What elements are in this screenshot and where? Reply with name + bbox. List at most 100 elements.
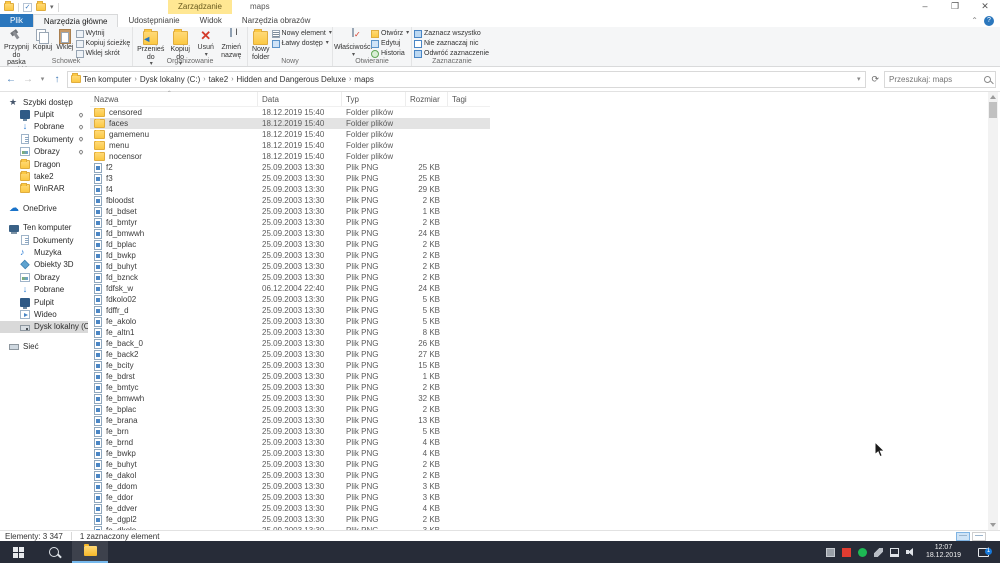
sidebar-item-winrar[interactable]: WinRAR [0, 183, 88, 195]
table-row[interactable]: f425.09.2003 13:30Plik PNG29 KB [90, 184, 490, 195]
table-row[interactable]: fd_buhyt25.09.2003 13:30Plik PNG2 KB [90, 261, 490, 272]
tab-home[interactable]: Narzędzia główne [33, 14, 119, 27]
refresh-icon[interactable]: ⟳ [869, 74, 881, 85]
large-icons-view-button[interactable] [972, 532, 986, 541]
column-header-name[interactable]: Nazwa [90, 92, 258, 106]
sidebar-item-muzyka[interactable]: ♪Muzyka [0, 246, 88, 258]
sidebar-item-wideo[interactable]: Wideo [0, 308, 88, 320]
table-row[interactable]: fe_bdrst25.09.2003 13:30Plik PNG1 KB [90, 371, 490, 382]
breadcrumb-separator-icon[interactable]: › [203, 76, 205, 83]
contextual-tab-header[interactable]: Zarządzanie [168, 0, 232, 14]
table-row[interactable]: fe_dakol25.09.2003 13:30Plik PNG2 KB [90, 470, 490, 481]
search-input[interactable] [889, 75, 981, 84]
up-icon[interactable]: ↑ [50, 74, 64, 85]
address-dropdown-icon[interactable]: ▾ [855, 75, 863, 83]
table-row[interactable]: fdfsk_w06.12.2004 22:40Plik PNG24 KB [90, 283, 490, 294]
table-row[interactable]: fe_bwkp25.09.2003 13:30Plik PNG4 KB [90, 448, 490, 459]
column-header-date[interactable]: Data [258, 92, 342, 106]
table-row[interactable]: fe_altn125.09.2003 13:30Plik PNG8 KB [90, 327, 490, 338]
taskbar-search-button[interactable] [36, 541, 72, 563]
table-row[interactable]: fe_bmwwh25.09.2003 13:30Plik PNG32 KB [90, 393, 490, 404]
table-row[interactable]: nocensor18.12.2019 15:40Folder plików [90, 151, 490, 162]
details-view-button[interactable] [956, 532, 970, 541]
back-icon[interactable]: ← [4, 74, 18, 85]
copy-button[interactable]: Kopiuj [31, 28, 54, 53]
breadcrumb-separator-icon[interactable]: › [231, 76, 233, 83]
scroll-up-icon[interactable] [990, 95, 996, 99]
sidebar-item-pobrane[interactable]: ↓Pobrane [0, 121, 88, 133]
tray-pen-icon[interactable] [874, 548, 883, 557]
sidebar-item-pulpit[interactable]: Pulpit [0, 296, 88, 308]
table-row[interactable]: fe_ddor25.09.2003 13:30Plik PNG3 KB [90, 492, 490, 503]
table-row[interactable]: fd_bmwwh25.09.2003 13:30Plik PNG24 KB [90, 228, 490, 239]
table-row[interactable]: censored18.12.2019 15:40Folder plików [90, 107, 490, 118]
network-icon[interactable] [890, 548, 899, 557]
table-row[interactable]: fe_akolo25.09.2003 13:30Plik PNG5 KB [90, 316, 490, 327]
new-folder-qat-icon[interactable] [36, 3, 46, 11]
table-row[interactable]: faces18.12.2019 15:40Folder plików [90, 118, 490, 129]
edit-button[interactable]: Edytuj [371, 39, 409, 48]
table-row[interactable]: fd_bmtyr25.09.2003 13:30Plik PNG2 KB [90, 217, 490, 228]
scroll-down-icon[interactable] [990, 523, 996, 527]
breadcrumb-separator-icon[interactable]: › [349, 76, 351, 83]
table-row[interactable]: fdffr_d25.09.2003 13:30Plik PNG5 KB [90, 305, 490, 316]
tab-file[interactable]: Plik [0, 14, 33, 27]
tray-green-app-icon[interactable] [858, 548, 867, 557]
breadcrumb-segment[interactable]: Ten komputer [83, 75, 131, 84]
address-bar[interactable]: Ten komputer›Dysk lokalny (C:)›take2›Hid… [67, 71, 866, 88]
tab-share[interactable]: Udostępnianie [118, 14, 189, 27]
table-row[interactable]: fe_buhyt25.09.2003 13:30Plik PNG2 KB [90, 459, 490, 470]
new-item-button[interactable]: Nowy element [272, 29, 332, 38]
breadcrumb-segment[interactable]: Dysk lokalny (C:) [140, 75, 200, 84]
sidebar-item-dragon[interactable]: Dragon [0, 158, 88, 170]
collapse-ribbon-icon[interactable]: ⌃ [971, 16, 978, 25]
table-row[interactable]: fe_brn25.09.2003 13:30Plik PNG5 KB [90, 426, 490, 437]
tab-picture-tools[interactable]: Narzędzia obrazów [232, 14, 320, 27]
column-header-size[interactable]: Rozmiar [406, 92, 448, 106]
action-center-button[interactable]: 1 [972, 548, 994, 557]
table-row[interactable]: f225.09.2003 13:30Plik PNG25 KB [90, 162, 490, 173]
forward-icon[interactable]: → [21, 74, 35, 85]
table-row[interactable]: fd_bznck25.09.2003 13:30Plik PNG2 KB [90, 272, 490, 283]
sidebar-item-pobrane[interactable]: ↓Pobrane [0, 283, 88, 295]
properties-button[interactable]: Właściwości [335, 28, 371, 60]
properties-qat-icon[interactable]: ✓ [23, 3, 32, 12]
recent-locations-icon[interactable]: ▾ [38, 75, 47, 83]
table-row[interactable]: fe_brana25.09.2003 13:30Plik PNG13 KB [90, 415, 490, 426]
copy-path-button[interactable]: Kopiuj ścieżkę [76, 39, 131, 48]
tab-view[interactable]: Widok [190, 14, 232, 27]
restore-button[interactable]: ❐ [940, 0, 970, 14]
cut-button[interactable]: Wytnij [76, 29, 131, 38]
taskbar-explorer-button[interactable] [72, 541, 108, 563]
table-row[interactable]: fd_bwkp25.09.2003 13:30Plik PNG2 KB [90, 250, 490, 261]
table-row[interactable]: f325.09.2003 13:30Plik PNG25 KB [90, 173, 490, 184]
tray-red-app-icon[interactable] [842, 548, 851, 557]
table-row[interactable]: fe_ddom25.09.2003 13:30Plik PNG3 KB [90, 481, 490, 492]
sidebar-item-obrazy[interactable]: Obrazy [0, 146, 88, 158]
open-button[interactable]: Otwórz [371, 29, 409, 38]
table-row[interactable]: fe_back_025.09.2003 13:30Plik PNG26 KB [90, 338, 490, 349]
delete-button[interactable]: ✕ Usuń [194, 28, 218, 60]
table-row[interactable]: fe_back225.09.2003 13:30Plik PNG27 KB [90, 349, 490, 360]
table-row[interactable]: gamemenu18.12.2019 15:40Folder plików [90, 129, 490, 140]
tray-app-icon[interactable] [826, 548, 835, 557]
breadcrumb-separator-icon[interactable]: › [134, 76, 136, 83]
table-row[interactable]: fe_bcity25.09.2003 13:30Plik PNG15 KB [90, 360, 490, 371]
sidebar-item-obrazy[interactable]: Obrazy [0, 271, 88, 283]
scrollbar-thumb[interactable] [989, 102, 997, 118]
select-none-button[interactable]: Nie zaznaczaj nic [414, 39, 489, 48]
rename-button[interactable]: Zmień nazwę [218, 28, 246, 60]
breadcrumb-segment[interactable]: maps [354, 75, 374, 84]
breadcrumb-segment[interactable]: take2 [209, 75, 229, 84]
sidebar-item-dokumenty[interactable]: Dokumenty [0, 133, 88, 145]
close-button[interactable]: ✕ [970, 0, 1000, 14]
sidebar-item-obiekty-3d[interactable]: Obiekty 3D [0, 259, 88, 271]
sidebar-item-pulpit[interactable]: Pulpit [0, 108, 88, 120]
search-box[interactable] [884, 71, 996, 88]
qat-customize-icon[interactable]: ▾ [50, 3, 54, 11]
table-row[interactable]: fe_dgpl225.09.2003 13:30Plik PNG2 KB [90, 514, 490, 525]
column-header-type[interactable]: Typ [342, 92, 406, 106]
sidebar-item-dysk-lokalny-c-[interactable]: Dysk lokalny (C:) [0, 321, 88, 333]
minimize-button[interactable]: – [910, 0, 940, 14]
sidebar-item-onedrive[interactable]: ☁OneDrive [0, 202, 88, 214]
